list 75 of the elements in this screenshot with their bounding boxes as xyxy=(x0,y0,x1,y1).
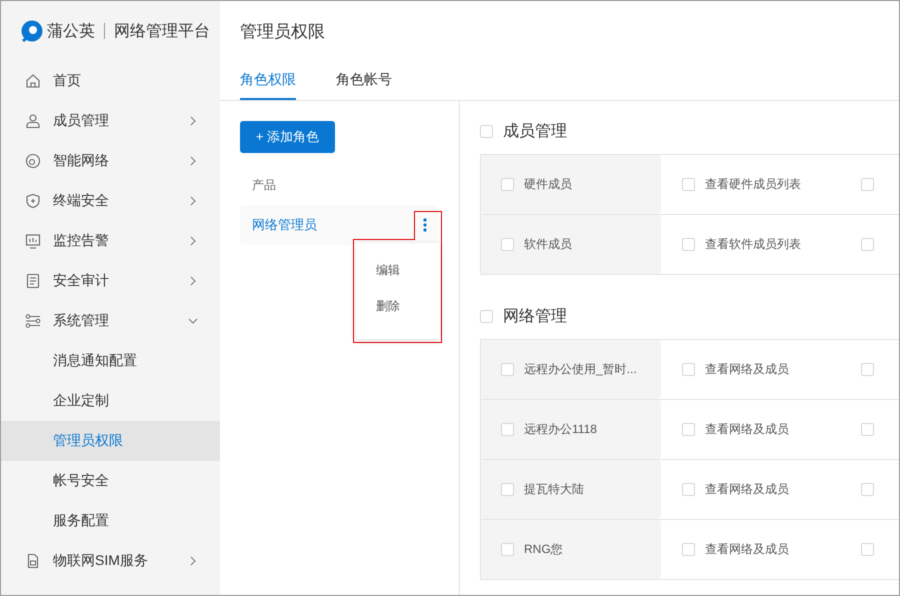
sidebar-subitem[interactable]: 消息通知配置 xyxy=(1,341,220,381)
checkbox[interactable] xyxy=(861,483,874,496)
chevron-right-icon xyxy=(188,196,198,206)
sidebar-item[interactable]: 物联网SIM服务 xyxy=(1,541,220,581)
monitor-icon xyxy=(25,233,41,249)
checkbox[interactable] xyxy=(682,178,695,191)
checkbox[interactable] xyxy=(501,483,514,496)
more-icon[interactable] xyxy=(423,218,427,232)
chevron-right-icon xyxy=(188,236,198,246)
sim-card-icon xyxy=(25,553,41,569)
checkbox[interactable] xyxy=(501,238,514,251)
checkbox[interactable] xyxy=(861,178,874,191)
permission-label: 查看硬件成员列表 xyxy=(705,176,801,193)
checkbox[interactable] xyxy=(682,363,695,376)
sidebar-subitem[interactable]: 管理员权限 xyxy=(1,421,220,461)
sidebar-item[interactable]: 系统管理 xyxy=(1,301,220,341)
checkbox[interactable] xyxy=(501,363,514,376)
sidebar-item[interactable]: 终端安全 xyxy=(1,181,220,221)
checkbox[interactable] xyxy=(682,238,695,251)
tab[interactable]: 角色帐号 xyxy=(336,61,392,100)
item-name: 提瓦特大陆 xyxy=(524,481,584,498)
sidebar-subitem[interactable]: 帐号安全 xyxy=(1,461,220,501)
item-name: RNG您 xyxy=(524,541,563,558)
item-name: 软件成员 xyxy=(524,236,572,253)
chevron-right-icon xyxy=(188,276,198,286)
permission-label: 查看网络及成员 xyxy=(705,541,789,558)
checkbox[interactable] xyxy=(480,124,493,138)
sidebar-subitem[interactable]: 企业定制 xyxy=(1,381,220,421)
page-title: 管理员权限 xyxy=(239,20,326,42)
item-name: 远程办公1118 xyxy=(524,421,597,438)
checkbox[interactable] xyxy=(861,238,874,251)
chevron-down-icon xyxy=(188,316,198,326)
checkbox[interactable] xyxy=(501,543,514,556)
checkbox[interactable] xyxy=(861,363,874,376)
sidebar-subitem[interactable]: 服务配置 xyxy=(1,501,220,541)
checkbox[interactable] xyxy=(861,543,874,556)
sidebar-item[interactable]: 首页 xyxy=(1,61,220,101)
shield-icon xyxy=(25,193,41,209)
add-role-button[interactable]: + 添加角色 xyxy=(240,121,335,153)
checkbox[interactable] xyxy=(682,423,695,436)
permission-label: 查看网络及成员 xyxy=(705,421,789,438)
chevron-right-icon xyxy=(188,156,198,166)
chevron-right-icon xyxy=(188,116,198,126)
checkbox[interactable] xyxy=(682,483,695,496)
permission-label: 查看软件成员列表 xyxy=(705,236,801,253)
sidebar-item[interactable]: 成员管理 xyxy=(1,101,220,141)
item-name: 硬件成员 xyxy=(524,176,572,193)
document-icon xyxy=(25,273,41,289)
checkbox[interactable] xyxy=(861,423,874,436)
checkbox[interactable] xyxy=(480,310,493,322)
checkbox[interactable] xyxy=(501,178,514,191)
person-icon xyxy=(25,113,41,129)
checkbox[interactable] xyxy=(501,423,514,436)
role-item[interactable]: 网络管理员 xyxy=(240,205,439,245)
checkbox[interactable] xyxy=(682,543,695,556)
role-group-label: 产品 xyxy=(252,177,277,193)
section-title: 成员管理 xyxy=(503,122,567,142)
permission-label: 查看网络及成员 xyxy=(705,361,789,378)
menu-item[interactable]: 编辑 xyxy=(356,259,440,281)
home-icon xyxy=(25,73,41,89)
sliders-icon xyxy=(25,313,41,329)
item-name: 远程办公使用_暂时... xyxy=(524,361,637,378)
tab[interactable]: 角色权限 xyxy=(240,61,296,100)
sidebar-item[interactable]: 监控告警 xyxy=(1,221,220,261)
brand-name: 蒲公英 xyxy=(47,22,95,42)
menu-item[interactable]: 删除 xyxy=(356,295,440,317)
role-name[interactable]: 网络管理员 xyxy=(252,216,317,234)
sidebar-item[interactable]: 智能网络 xyxy=(1,141,220,181)
section-title: 网络管理 xyxy=(503,306,567,326)
logo-icon xyxy=(21,20,43,42)
product-name: 网络管理平台 xyxy=(114,22,210,42)
permission-label: 查看网络及成员 xyxy=(705,481,789,498)
sidebar-item[interactable]: 安全审计 xyxy=(1,261,220,301)
circle-icon xyxy=(25,153,41,169)
chevron-right-icon xyxy=(188,556,198,566)
